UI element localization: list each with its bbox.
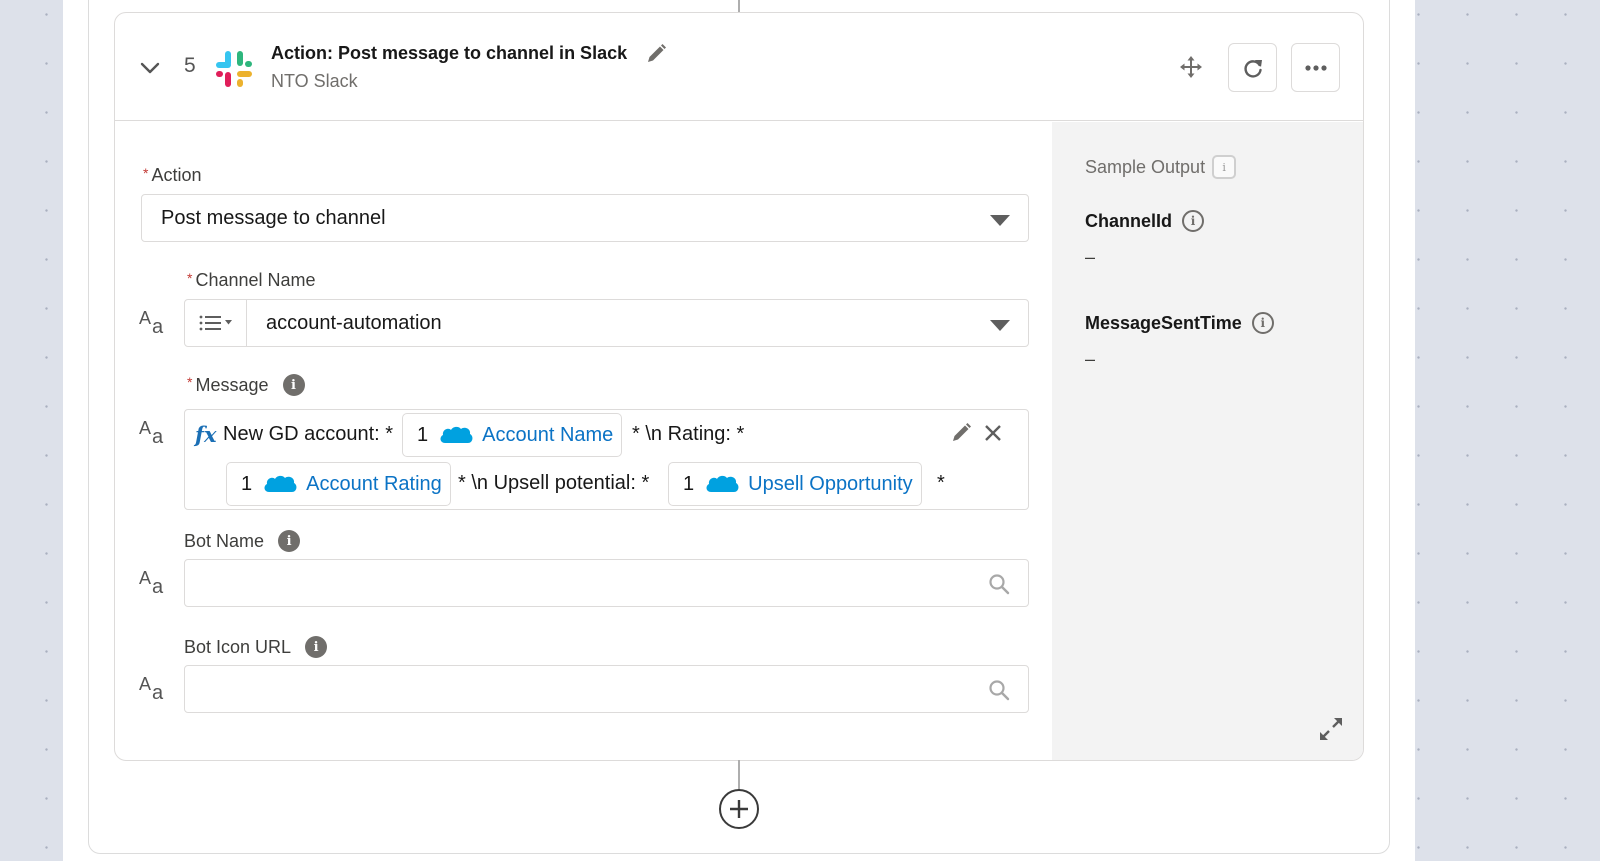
slack-logo-icon <box>216 51 252 87</box>
channel-name-label-text: Channel Name <box>195 270 316 290</box>
token-label: Account Rating <box>306 472 442 495</box>
add-step-button[interactable] <box>719 789 759 829</box>
bot-icon-url-label-text: Bot Icon URL <box>184 636 292 657</box>
salesforce-cloud-icon <box>264 475 297 492</box>
action-select[interactable]: Post message to channel <box>141 194 1029 242</box>
field-name-text: MessageSentTime <box>1085 312 1242 333</box>
token-step-number: 1 <box>241 472 253 495</box>
sample-output-field-name: MessageSentTime i <box>1085 312 1274 334</box>
info-icon[interactable]: i <box>1251 312 1274 334</box>
step-card: 5 Action: Post message to channel in Sla… <box>114 12 1364 761</box>
chevron-down-icon[interactable] <box>139 57 161 79</box>
sample-output-field-value: – <box>1085 247 1096 267</box>
salesforce-cloud-icon <box>440 426 473 443</box>
caret-down-icon <box>990 215 1010 226</box>
edit-formula-icon[interactable] <box>950 422 972 444</box>
sample-output-field-value: – <box>1085 349 1096 369</box>
caret-down-icon <box>990 320 1010 331</box>
more-options-button[interactable] <box>1291 43 1340 92</box>
salesforce-cloud-icon <box>706 475 739 492</box>
bot-name-label: Bot Name i <box>184 530 301 552</box>
message-text-segment: * <box>937 472 945 494</box>
refresh-button[interactable] <box>1228 43 1277 92</box>
step-connection-name: NTO Slack <box>271 71 358 91</box>
message-text-segment: * \n Rating: * <box>632 423 745 445</box>
clear-icon[interactable] <box>982 422 1004 444</box>
step-number: 5 <box>184 54 196 77</box>
action-select-value: Post message to channel <box>161 207 386 229</box>
text-type-icon: A a <box>139 674 165 704</box>
channel-name-label: * Channel Name <box>187 270 316 291</box>
text-type-a: a <box>152 576 164 598</box>
search-icon <box>989 574 1010 595</box>
required-marker: * <box>143 164 149 181</box>
field-token-account-name[interactable]: 1 Account Name <box>402 413 623 457</box>
text-type-a: a <box>152 426 164 448</box>
message-label-text: Message <box>195 374 269 395</box>
text-type-icon: A a <box>139 568 165 598</box>
info-icon[interactable]: i <box>1182 210 1205 232</box>
text-type-a: a <box>152 316 164 338</box>
connector-line-top <box>738 0 740 12</box>
plus-icon <box>730 800 748 818</box>
message-text-segment: * \n Upsell potential: * <box>458 472 650 494</box>
info-icon[interactable]: i <box>305 636 328 658</box>
bot-icon-url-label: Bot Icon URL i <box>184 636 328 658</box>
sample-output-title: Sample Output i <box>1085 155 1237 179</box>
token-step-number: 1 <box>683 472 695 495</box>
expand-icon[interactable] <box>1318 716 1344 742</box>
step-title: Action: Post message to channel in Slack <box>271 43 628 63</box>
required-marker: * <box>187 269 193 286</box>
sample-output-title-text: Sample Output <box>1085 156 1206 177</box>
text-type-A: A <box>139 308 152 328</box>
text-type-a: a <box>152 682 164 704</box>
text-type-A: A <box>139 418 152 438</box>
channel-name-select[interactable]: account-automation <box>184 299 1029 347</box>
formula-icon: fx <box>195 422 217 447</box>
bot-name-label-text: Bot Name <box>184 530 265 551</box>
info-icon[interactable]: i <box>282 374 305 396</box>
message-text-segment: New GD account: * <box>223 423 394 445</box>
field-name-text: ChannelId <box>1085 210 1173 231</box>
text-type-A: A <box>139 568 152 588</box>
list-icon <box>199 315 232 331</box>
refresh-icon <box>1243 59 1262 78</box>
edit-title-icon[interactable] <box>645 43 667 65</box>
picklist-mode-button[interactable] <box>185 300 247 346</box>
bot-icon-url-input[interactable] <box>184 665 1029 713</box>
action-label: * Action <box>143 165 201 186</box>
field-token-account-rating[interactable]: 1 Account Rating <box>226 462 451 506</box>
step-header: 5 Action: Post message to channel in Sla… <box>115 13 1363 121</box>
sample-output-field-name: ChannelId i <box>1085 210 1205 232</box>
bot-name-input[interactable] <box>184 559 1029 607</box>
sample-output-panel: Sample Output i ChannelId i – MessageSen… <box>1052 122 1363 760</box>
token-step-number: 1 <box>417 423 429 446</box>
info-icon[interactable]: i <box>278 530 301 552</box>
message-formula-field[interactable]: fx New GD account: * 1 Account Name * \n… <box>184 409 1029 510</box>
step-form: * Action Post message to channel * Chann… <box>115 122 1052 760</box>
required-marker: * <box>187 374 193 390</box>
info-icon[interactable]: i <box>1212 155 1237 179</box>
more-options-icon <box>1304 64 1327 71</box>
action-label-text: Action <box>151 165 202 185</box>
token-label: Account Name <box>482 423 614 446</box>
text-type-icon: A a <box>139 418 165 448</box>
field-token-upsell-opportunity[interactable]: 1 Upsell Opportunity <box>668 462 922 506</box>
token-label: Upsell Opportunity <box>748 472 913 495</box>
move-icon[interactable] <box>1179 55 1203 79</box>
text-type-icon: A a <box>139 308 165 338</box>
search-icon <box>989 680 1010 701</box>
message-label: * Message i <box>187 374 305 396</box>
connector-line-bottom <box>738 760 740 790</box>
text-type-A: A <box>139 674 152 694</box>
channel-name-value: account-automation <box>266 312 442 334</box>
